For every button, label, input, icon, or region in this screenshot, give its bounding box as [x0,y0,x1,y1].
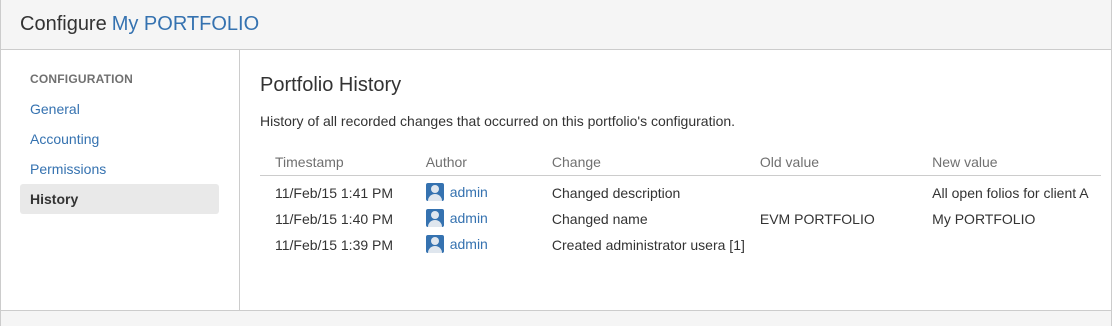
old-value-cell [745,176,917,207]
user-avatar-icon[interactable] [425,182,444,201]
new-value-cell: My PORTFOLIO [932,211,1036,227]
table-row: 11/Feb/15 1:40 PM admin Changed name EVM… [260,206,1101,232]
change-cell: Changed description [551,185,681,201]
history-table: Timestamp Author Change Old value New va… [260,148,1101,258]
old-value-cell [745,232,917,258]
sidebar-heading: CONFIGURATION [30,72,134,86]
sidebar-item-accounting[interactable]: Accounting [20,124,219,154]
column-header-old-value: Old value [744,148,918,176]
table-row: 11/Feb/15 1:41 PM admin Changed descript… [260,176,1101,207]
new-value-cell [917,232,1101,258]
main-content: Portfolio History History of all recorde… [240,50,1111,310]
table-header-row: Timestamp Author Change Old value New va… [260,148,1101,176]
sidebar-item-history[interactable]: History [20,184,219,214]
timestamp-cell: 11/Feb/15 1:41 PM [275,185,394,201]
app-window: Configure My PORTFOLIO CONFIGURATION Gene… [0,0,1112,326]
table-row: 11/Feb/15 1:39 PM admin Created administ… [260,232,1101,258]
configure-label: Configure [20,13,107,35]
page-header: Configure My PORTFOLIO [1,0,1111,50]
new-value-cell: All open folios for client A [932,185,1089,201]
sidebar-item-permissions[interactable]: Permissions [20,154,219,184]
page-title: Portfolio History [260,74,402,96]
user-avatar-icon[interactable] [425,208,444,227]
change-cell: Created administrator usera [1] [551,237,745,253]
column-header-timestamp: Timestamp [260,148,411,176]
author-cell: admin [411,176,537,207]
sidebar-item-general[interactable]: General [20,94,219,124]
user-avatar-icon[interactable] [425,234,444,253]
timestamp-cell: 11/Feb/15 1:39 PM [275,237,394,253]
timestamp-cell: 11/Feb/15 1:40 PM [275,211,394,227]
page-header-title: Configure My PORTFOLIO [20,11,259,37]
old-value-cell: EVM PORTFOLIO [759,211,875,227]
change-cell: Changed name [551,211,648,227]
portfolio-name-link[interactable]: My PORTFOLIO [112,13,259,35]
column-header-change: Change [536,148,745,176]
author-link[interactable]: admin [450,210,488,226]
author-cell: admin [411,232,537,258]
author-link[interactable]: admin [450,236,488,252]
column-header-new-value: New value [917,148,1101,176]
author-cell: admin [411,206,537,232]
author-link[interactable]: admin [450,184,488,200]
page-body: CONFIGURATION General Accounting Permiss… [1,50,1111,311]
column-header-author: Author [410,148,537,176]
page-description: History of all recorded changes that occ… [260,113,736,129]
sidebar: CONFIGURATION General Accounting Permiss… [1,50,240,310]
